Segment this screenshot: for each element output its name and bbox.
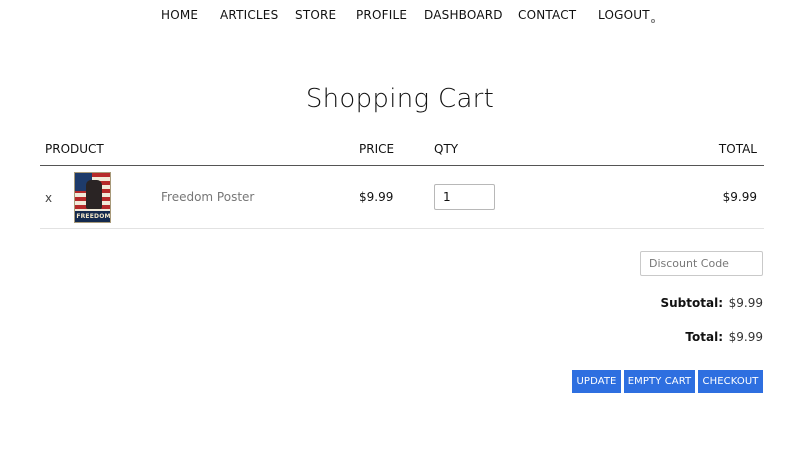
nav-articles[interactable]: ARTICLES xyxy=(220,8,278,22)
product-thumbnail[interactable]: FREEDOM xyxy=(74,172,111,223)
page-title: Shopping Cart xyxy=(305,84,495,114)
total-label: Total: xyxy=(685,330,723,344)
empty-cart-button[interactable]: EMPTY CART xyxy=(624,370,695,393)
quantity-input[interactable] xyxy=(434,184,495,210)
row-divider xyxy=(40,228,764,229)
total-value: $9.99 xyxy=(728,330,763,344)
discount-code-input[interactable] xyxy=(640,251,763,276)
header-total: TOTAL xyxy=(718,142,757,156)
header-product: PRODUCT xyxy=(45,142,104,156)
update-button[interactable]: UPDATE xyxy=(572,370,621,393)
remove-item-button[interactable]: x xyxy=(45,191,52,205)
header-qty: QTY xyxy=(434,142,459,156)
poster-fist-icon xyxy=(86,180,102,209)
logout-dot-icon xyxy=(650,19,655,23)
header-divider xyxy=(40,165,764,166)
nav-logout-label: LOGOUT xyxy=(598,8,650,22)
nav-logout[interactable]: LOGOUT xyxy=(598,8,655,23)
poster-caption: FREEDOM xyxy=(75,211,111,222)
checkout-button[interactable]: CHECKOUT xyxy=(698,370,763,393)
product-price: $9.99 xyxy=(359,190,394,204)
nav-home[interactable]: HOME xyxy=(161,8,198,22)
nav-contact[interactable]: CONTACT xyxy=(518,8,576,22)
nav-store[interactable]: STORE xyxy=(295,8,336,22)
header-price: PRICE xyxy=(359,142,395,156)
product-name-link[interactable]: Freedom Poster xyxy=(161,190,254,204)
subtotal-value: $9.99 xyxy=(728,296,763,310)
main-nav: HOME ARTICLES STORE PROFILE DASHBOARD CO… xyxy=(0,0,800,30)
line-total: $9.99 xyxy=(722,190,757,204)
nav-profile[interactable]: PROFILE xyxy=(356,8,407,22)
subtotal-label: Subtotal: xyxy=(660,296,723,310)
nav-dashboard[interactable]: DASHBOARD xyxy=(424,8,503,22)
